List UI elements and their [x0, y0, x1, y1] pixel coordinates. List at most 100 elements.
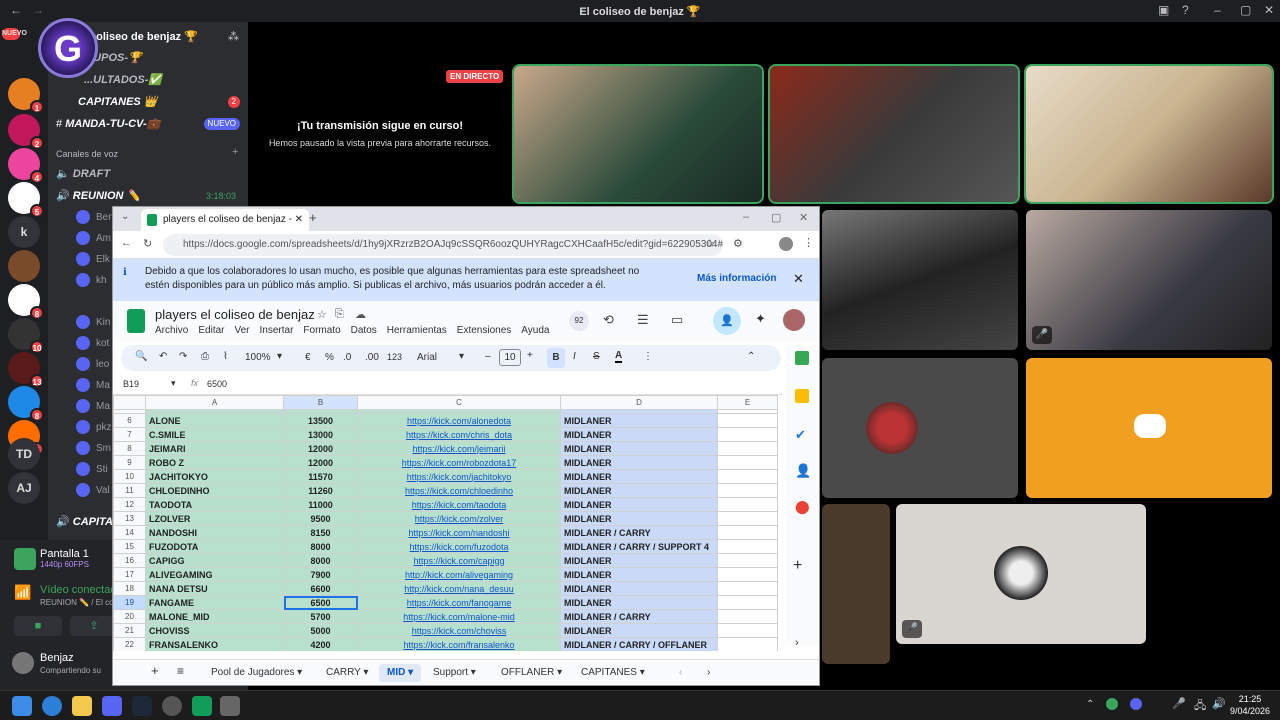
cell-mmr[interactable]: 5000: [283, 623, 358, 638]
redo-icon[interactable]: ↷: [179, 351, 187, 362]
meet-icon[interactable]: ▭: [671, 312, 683, 328]
cell-role[interactable]: MIDLANER: [560, 581, 718, 596]
clock-time[interactable]: 21:25: [1230, 694, 1270, 704]
cell-player[interactable]: CHOVISS: [145, 623, 284, 638]
edge-icon[interactable]: [42, 696, 62, 716]
keep-icon[interactable]: [795, 389, 809, 403]
tray-chevron-icon[interactable]: ⌃: [1086, 699, 1094, 710]
cell-mmr[interactable]: 4200: [283, 637, 358, 651]
row-number[interactable]: 6: [113, 413, 146, 428]
all-sheets-icon[interactable]: ≡: [169, 662, 192, 680]
cell-mmr[interactable]: 12000: [283, 441, 358, 456]
cell-link[interactable]: https://kick.com/chris_dota: [357, 427, 561, 442]
cell-player[interactable]: ROBO Z: [145, 455, 284, 470]
menu-insertar[interactable]: Insertar: [260, 325, 294, 336]
clock-date[interactable]: 9/04/2026: [1226, 706, 1274, 716]
cell-player[interactable]: CAPIGG: [145, 553, 284, 568]
paint-format-icon[interactable]: ⌇: [223, 351, 228, 362]
row-number[interactable]: 14: [113, 525, 146, 540]
row-number[interactable]: 18: [113, 581, 146, 596]
tab-offlaner[interactable]: OFFLANER ▾: [493, 664, 570, 682]
file-explorer-icon[interactable]: [72, 696, 92, 716]
cell-mmr[interactable]: 8000: [283, 539, 358, 554]
voice-user[interactable]: Elk: [76, 251, 110, 269]
server-icon[interactable]: 4: [8, 148, 44, 184]
number-format-button[interactable]: 123: [387, 352, 402, 362]
add-addon-icon[interactable]: +: [793, 557, 802, 575]
sheets-taskbar-icon[interactable]: [192, 696, 212, 716]
video-tile[interactable]: [822, 358, 1018, 498]
voice-user[interactable]: kh: [76, 272, 107, 290]
cell-empty[interactable]: [717, 553, 778, 568]
more-options-icon[interactable]: ⋮: [643, 351, 653, 362]
voice-user[interactable]: leo: [76, 356, 109, 374]
new-tab-icon[interactable]: +: [309, 210, 317, 225]
cell-player[interactable]: JACHITOKYO: [145, 469, 284, 484]
increase-decimal-button[interactable]: .00: [365, 352, 379, 363]
cell-mmr[interactable]: 11570: [283, 469, 358, 484]
menu-ayuda[interactable]: Ayuda: [521, 325, 549, 336]
column-header-e[interactable]: E: [717, 395, 778, 410]
cell-link[interactable]: https://kick.com/fransalenko: [357, 637, 561, 651]
banner-more-info-link[interactable]: Más información: [697, 273, 776, 284]
italic-button[interactable]: I: [573, 351, 576, 362]
row-number[interactable]: 9: [113, 455, 146, 470]
add-sheet-icon[interactable]: +: [143, 662, 167, 680]
strikethrough-button[interactable]: S: [593, 351, 600, 362]
cell-link[interactable]: https://kick.com/nandoshi: [357, 525, 561, 540]
cell-player[interactable]: LZOLVER: [145, 511, 284, 526]
row-number[interactable]: 16: [113, 553, 146, 568]
cell-role[interactable]: MIDLANER: [560, 469, 718, 484]
cell-player[interactable]: NANDOSHI: [145, 525, 284, 540]
server-icon[interactable]: 8: [8, 386, 44, 422]
voice-user[interactable]: Am: [76, 230, 111, 248]
server-icon[interactable]: 10: [8, 318, 44, 354]
menu-archivo[interactable]: Archivo: [155, 325, 188, 336]
video-tile[interactable]: [1024, 64, 1274, 204]
browser-tab[interactable]: players el coliseo de benjaz - Hoja ✕: [141, 209, 309, 247]
cell-link[interactable]: http://kick.com/alivegaming: [357, 567, 561, 582]
tab-carry[interactable]: CARRY ▾: [318, 664, 376, 682]
select-all-corner[interactable]: [113, 395, 146, 410]
cell-player[interactable]: ALIVEGAMING: [145, 567, 284, 582]
menu-editar[interactable]: Editar: [198, 325, 224, 336]
row-number[interactable]: 10: [113, 469, 146, 484]
cell-empty[interactable]: [717, 581, 778, 596]
bold-button[interactable]: B: [547, 348, 565, 368]
cell-role[interactable]: MIDLANER / CARRY: [560, 609, 718, 624]
calculator-icon[interactable]: [220, 696, 240, 716]
channel-item[interactable]: # MANDA-TU-CV-💼 NUEVO: [56, 114, 240, 134]
cell-empty[interactable]: [717, 483, 778, 498]
bookmark-star-icon[interactable]: ☆: [705, 237, 715, 250]
cell-role[interactable]: MIDLANER: [560, 553, 718, 568]
undo-icon[interactable]: ↶: [159, 351, 167, 362]
cell-mmr[interactable]: 8000: [283, 553, 358, 568]
start-icon[interactable]: [12, 696, 32, 716]
voice-channel-reunion[interactable]: 🔊 REUNION ✏️ 3:18:03: [56, 186, 240, 206]
cell-link[interactable]: http://kick.com/nana_desuu: [357, 581, 561, 596]
formula-input[interactable]: 6500: [207, 379, 227, 389]
cell-empty[interactable]: [717, 413, 778, 428]
cell-empty[interactable]: [717, 525, 778, 540]
cell-role[interactable]: MIDLANER / CARRY / SUPPORT 4: [560, 539, 718, 554]
server-icon[interactable]: 13: [8, 352, 44, 388]
cell-player[interactable]: TAODOTA: [145, 497, 284, 512]
percent-button[interactable]: %: [325, 352, 334, 363]
cell-mmr-selected[interactable]: 6500: [283, 595, 358, 610]
currency-button[interactable]: €: [305, 352, 311, 363]
voice-user[interactable]: Ma: [76, 377, 110, 395]
cell-player[interactable]: NANA DETSU: [145, 581, 284, 596]
row-number[interactable]: 21: [113, 623, 146, 638]
sheets-logo-icon[interactable]: [127, 309, 145, 333]
column-header-d[interactable]: D: [560, 395, 718, 410]
voice-category[interactable]: Canales de voz: [56, 144, 240, 164]
text-color-button[interactable]: A: [615, 350, 623, 363]
menu-herramientas[interactable]: Herramientas: [387, 325, 447, 336]
row-number[interactable]: 7: [113, 427, 146, 442]
video-tile[interactable]: [822, 504, 890, 664]
row-number[interactable]: 8: [113, 441, 146, 456]
cell-empty[interactable]: [717, 427, 778, 442]
cell-player[interactable]: FUZODOTA: [145, 539, 284, 554]
server-icon-td[interactable]: TD: [8, 438, 40, 470]
font-size-input[interactable]: 10: [499, 349, 521, 366]
